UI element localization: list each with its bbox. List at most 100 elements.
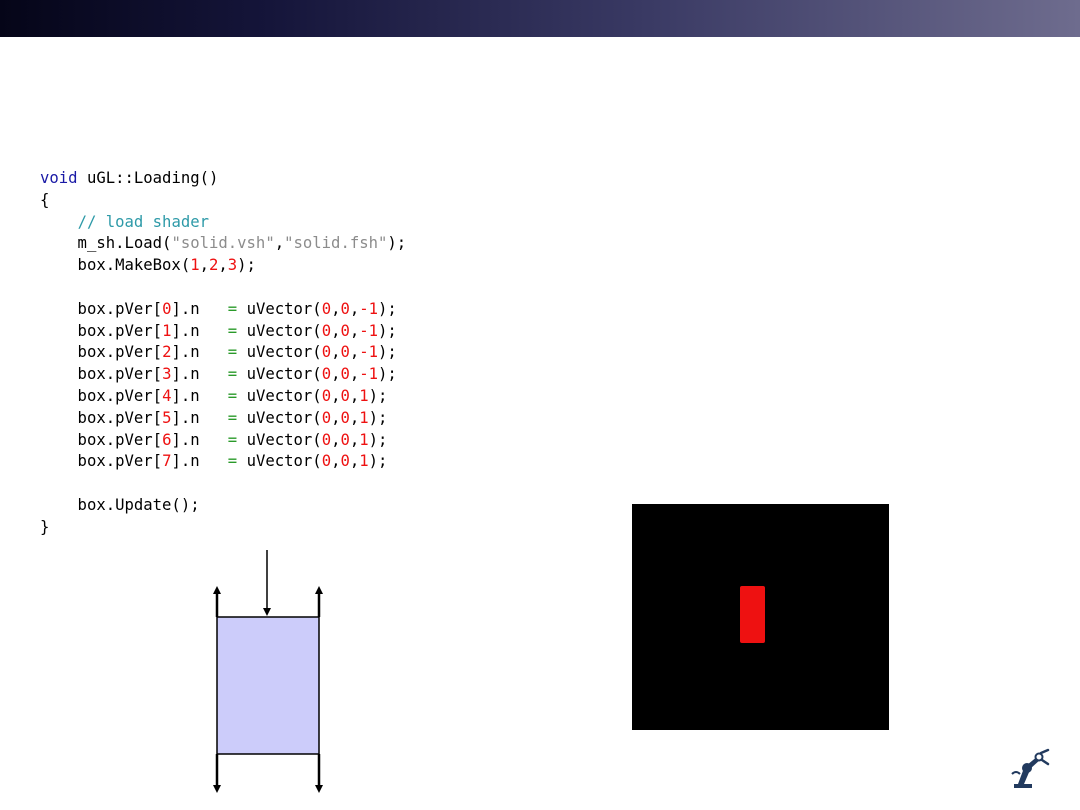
render-output-view — [632, 504, 889, 730]
code-line: box.Update(); — [40, 495, 406, 517]
code-token-plain: ].n — [171, 321, 228, 340]
code-token-plain: , — [218, 256, 228, 275]
code-token-number: -1 — [359, 321, 379, 340]
code-token-plain: , — [349, 430, 360, 449]
code-token-plain: ].n — [171, 430, 228, 449]
code-token-number: 0 — [321, 365, 332, 384]
normals-diagram — [213, 550, 323, 793]
code-line: box.pVer[5].n = uVector(0,0,1); — [40, 408, 406, 430]
code-token-plain: uVector( — [237, 430, 322, 449]
code-token-number: 0 — [340, 430, 350, 449]
code-token-plain: uVector( — [237, 452, 322, 471]
code-token-number: 0 — [340, 365, 350, 384]
code-token-plain: box.pVer[ — [40, 408, 163, 427]
code-token-number: 0 — [321, 299, 332, 318]
code-token-operator: = — [227, 430, 238, 449]
code-token-plain: , — [349, 452, 360, 471]
code-token-plain: ].n — [171, 408, 228, 427]
code-token-plain: box.pVer[ — [40, 343, 163, 362]
code-token-plain: ); — [368, 408, 388, 427]
code-token-plain: box.Update(); — [40, 495, 200, 514]
code-token-operator: = — [227, 365, 238, 384]
code-token-keyword: void — [40, 169, 78, 187]
code-line: m_sh.Load("solid.vsh","solid.fsh"); — [40, 233, 407, 255]
code-token-number: 0 — [340, 452, 350, 471]
code-token-plain: ].n — [171, 299, 228, 318]
code-token-plain: box.MakeBox( — [40, 256, 191, 275]
code-token-string: "solid.vsh" — [171, 234, 275, 253]
rendered-red-box — [740, 586, 765, 643]
code-token-plain: box.pVer[ — [40, 299, 163, 318]
code-token-plain: ); — [368, 386, 388, 405]
code-token-plain: ].n — [171, 386, 228, 405]
code-token-number: 1 — [359, 408, 369, 427]
code-token-plain: ); — [237, 256, 256, 275]
code-token-number: 1 — [359, 430, 369, 449]
code-token-number: 0 — [340, 408, 350, 427]
code-line: box.pVer[1].n = uVector(0,0,-1); — [40, 321, 406, 343]
code-token-plain: ); — [378, 299, 397, 318]
code-line: box.pVer[2].n = uVector(0,0,-1); — [40, 342, 406, 364]
code-token-comment: // load shader — [77, 212, 209, 231]
code-token-plain: ); — [368, 452, 388, 471]
code-line: box.pVer[0].n = uVector(0,0,-1); — [40, 299, 406, 321]
code-token-operator: = — [227, 321, 238, 340]
code-token-number: -1 — [359, 365, 379, 384]
code-token-plain: m_sh.Load( — [40, 234, 172, 253]
box-front-face — [216, 616, 320, 755]
code-line: box.MakeBox(1,2,3); — [40, 255, 406, 277]
title-bar — [0, 0, 1080, 37]
code-token-plain: , — [349, 408, 360, 427]
code-token-plain: ); — [378, 365, 397, 384]
code-token-number: 2 — [209, 256, 219, 275]
code-token-number: 0 — [340, 386, 350, 405]
code-token-operator: = — [227, 386, 238, 405]
code-line: void uGL::Loading() — [40, 168, 406, 190]
code-token-number: 0 — [321, 408, 332, 427]
code-token-number: 0 — [321, 452, 332, 471]
code-token-number: 0 — [340, 343, 350, 362]
code-token-plain: ); — [378, 321, 397, 340]
code-token-plain: box.pVer[ — [40, 430, 163, 449]
code-token-number: 0 — [340, 299, 350, 318]
code-token-number: 3 — [227, 256, 238, 275]
code-token-plain: uVector( — [237, 343, 322, 362]
code-token-plain: box.pVer[ — [40, 321, 163, 340]
code-token-plain: uVector( — [237, 299, 322, 318]
code-token-plain: , — [199, 256, 209, 275]
code-token-plain: box.pVer[ — [40, 386, 163, 405]
code-listing: void uGL::Loading(){ // load shader m_sh… — [40, 168, 406, 539]
code-line: // load shader — [40, 212, 406, 234]
code-token-plain: , — [349, 321, 360, 340]
code-token-number: 0 — [321, 343, 332, 362]
code-token-string: "solid.fsh" — [284, 234, 388, 253]
code-token-operator: = — [227, 343, 238, 362]
code-token-plain: uVector( — [237, 365, 322, 384]
code-token-plain: uVector( — [237, 386, 322, 405]
code-token-number: 0 — [321, 430, 332, 449]
code-token-number: 1 — [190, 256, 200, 275]
code-line: box.pVer[4].n = uVector(0,0,1); — [40, 386, 406, 408]
code-token-plain: , — [274, 234, 285, 253]
code-token-plain: , — [349, 386, 360, 405]
code-token-plain: } — [40, 517, 50, 536]
code-token-plain: ].n — [171, 343, 228, 362]
code-token-plain: ].n — [171, 365, 228, 384]
code-token-plain: box.pVer[ — [40, 452, 163, 471]
code-token-number: 0 — [321, 386, 332, 405]
code-token-number: 0 — [321, 321, 332, 340]
code-token-operator: = — [227, 408, 238, 427]
code-token-plain: { — [40, 190, 50, 209]
code-line: box.pVer[3].n = uVector(0,0,-1); — [40, 364, 406, 386]
code-token-plain: ); — [378, 343, 397, 362]
code-token-plain: , — [349, 299, 360, 318]
code-token-number: -1 — [359, 343, 379, 362]
code-token-plain: ].n — [171, 452, 228, 471]
code-token-number: 1 — [359, 452, 369, 471]
code-line: { — [40, 190, 406, 212]
code-token-plain: , — [349, 343, 360, 362]
code-token-plain: ); — [387, 234, 407, 253]
